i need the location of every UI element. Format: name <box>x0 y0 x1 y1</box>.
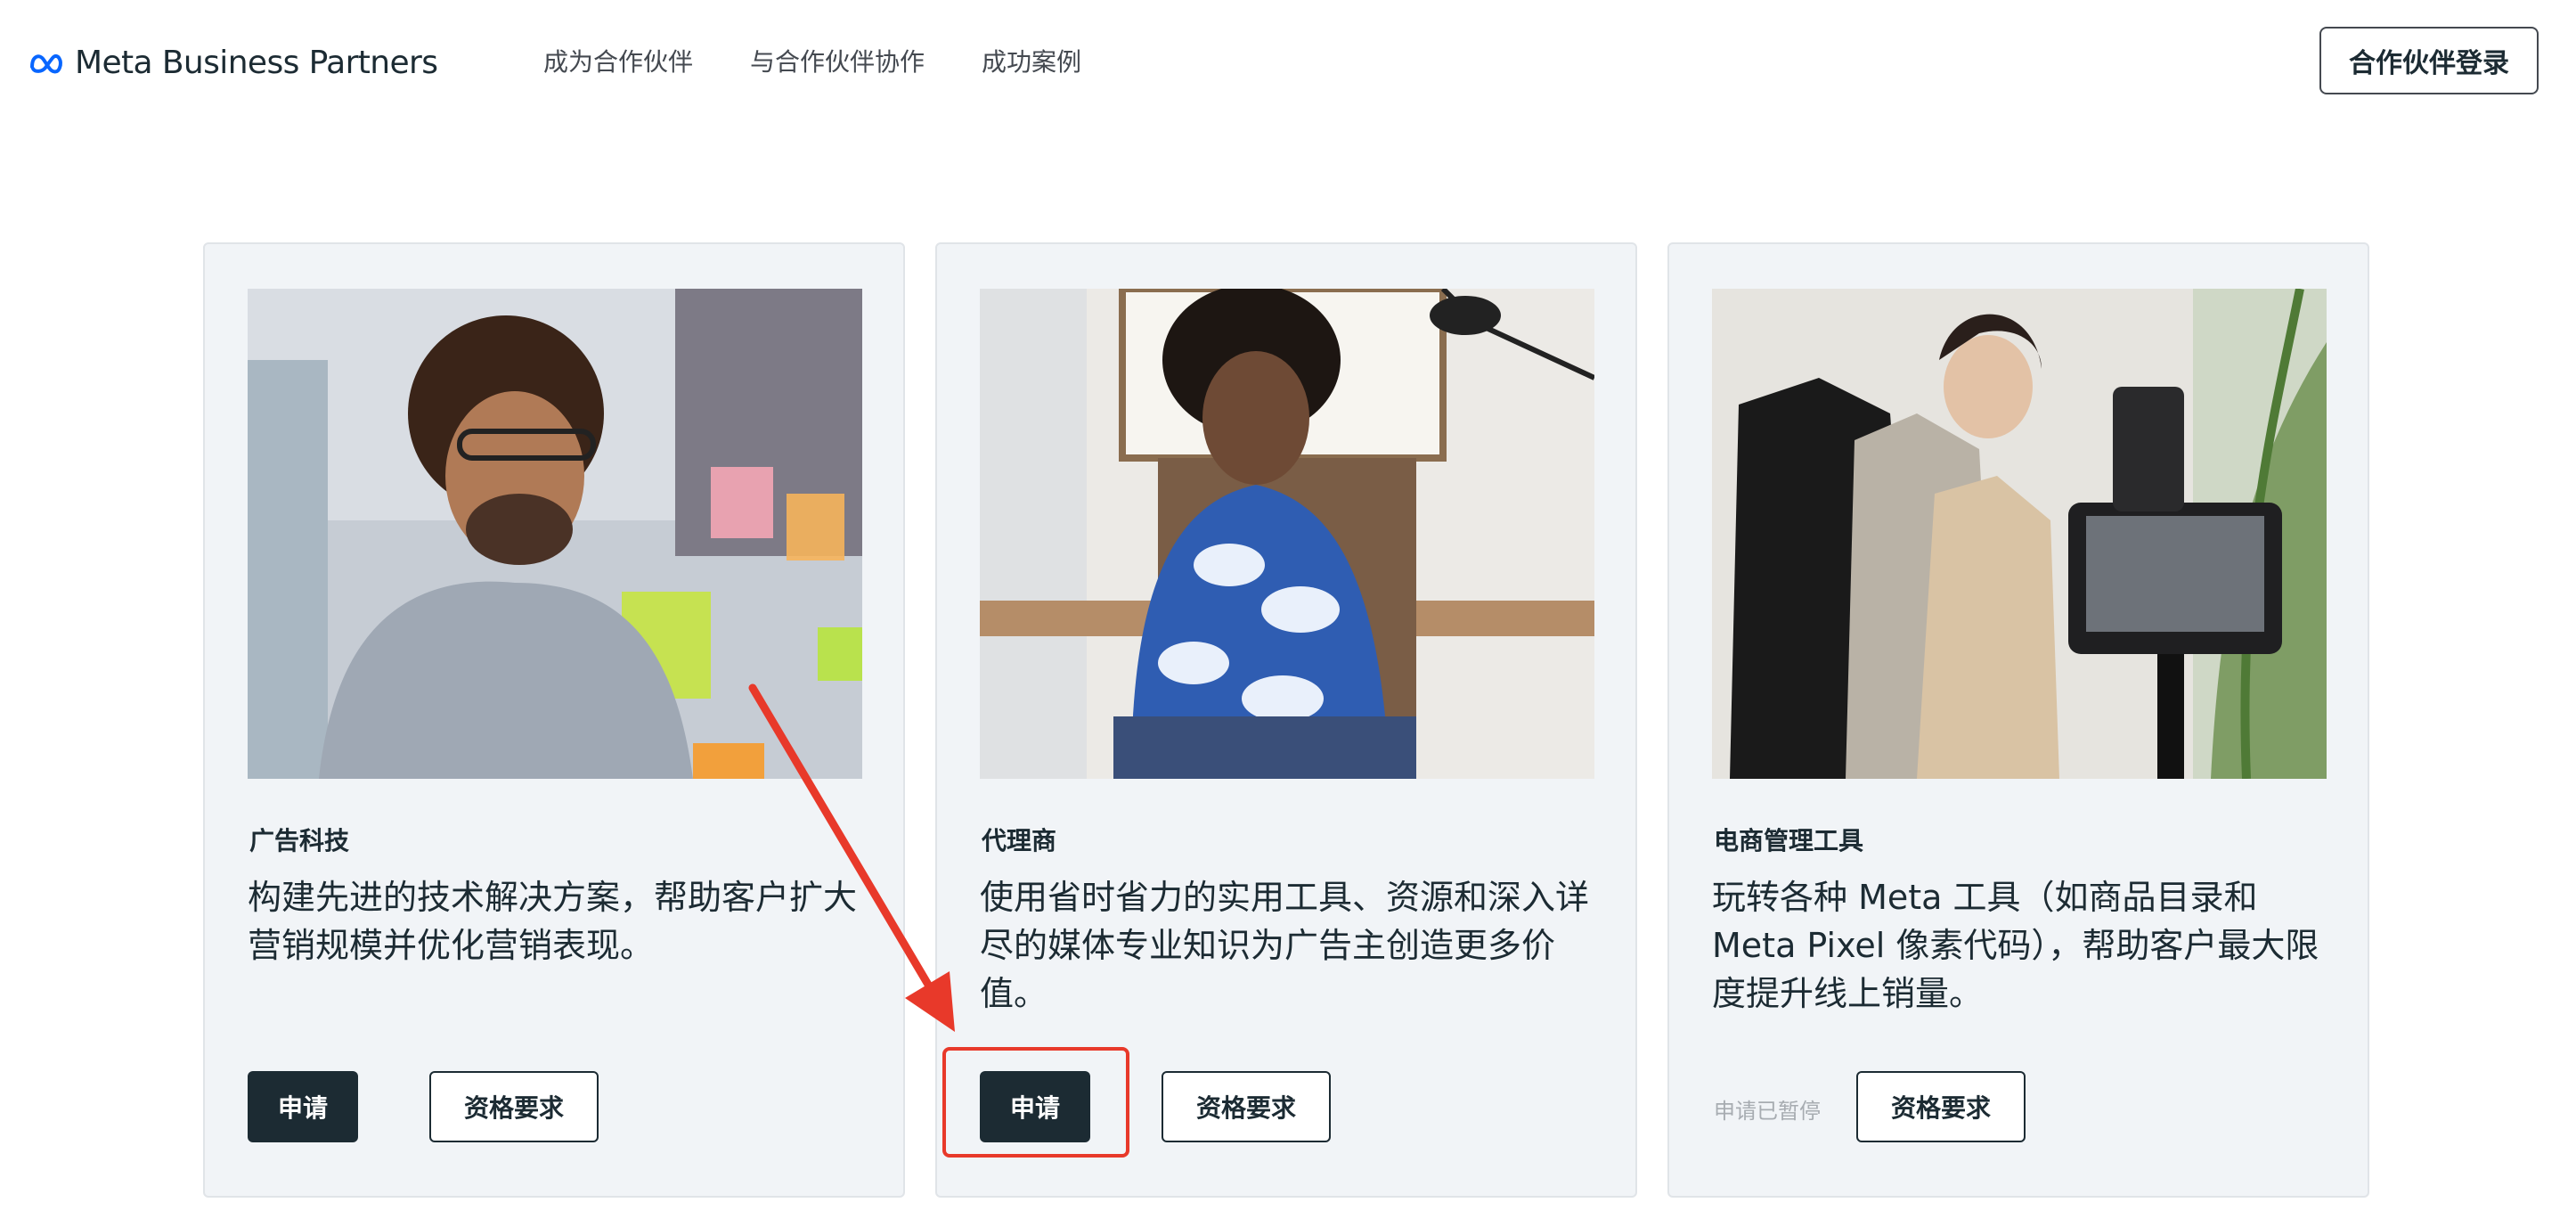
card-description: 使用省时省力的实用工具、资源和深入详尽的媒体专业知识为广告主创造更多价值。 <box>980 878 1590 1013</box>
card-title: 代理商 <box>982 826 1057 855</box>
nav-become-partner[interactable]: 成为合作伙伴 <box>543 45 693 80</box>
requirements-button[interactable]: 资格要求 <box>1856 1071 2026 1142</box>
main-nav: 成为合作伙伴 与合作伙伴协作 成功案例 <box>543 45 1138 80</box>
card-description: 构建先进的技术解决方案，帮助客户扩大营销规模并优化营销表现。 <box>248 878 858 965</box>
nav-success-stories[interactable]: 成功案例 <box>982 45 1081 80</box>
card-ad-tech: 广告科技 构建先进的技术解决方案，帮助客户扩大营销规模并优化营销表现。 申请 资… <box>203 242 905 1198</box>
apply-button[interactable]: 申请 <box>248 1071 358 1142</box>
requirements-button[interactable]: 资格要求 <box>1162 1071 1331 1142</box>
commerce-photo <box>1712 289 2327 779</box>
application-paused-label: 申请已暂停 <box>1714 1099 1821 1124</box>
card-commerce-tools: 电商管理工具 玩转各种 Meta 工具（如商品目录和 Meta Pixel 像素… <box>1667 242 2369 1198</box>
meta-logo-icon <box>30 54 62 74</box>
agency-photo <box>980 289 1594 779</box>
logo-text: Meta Business Partners <box>75 44 438 81</box>
meta-logo[interactable]: Meta Business Partners <box>29 43 438 82</box>
card-title: 电商管理工具 <box>1714 826 1864 855</box>
card-description: 玩转各种 Meta 工具（如商品目录和 Meta Pixel 像素代码），帮助客… <box>1712 878 2319 1013</box>
annotation-highlight-box <box>942 1047 1129 1158</box>
partner-login-button[interactable]: 合作伙伴登录 <box>2319 27 2539 94</box>
nav-work-with-partner[interactable]: 与合作伙伴协作 <box>750 45 925 80</box>
requirements-button[interactable]: 资格要求 <box>429 1071 599 1142</box>
ad-tech-photo <box>248 289 862 779</box>
card-title: 广告科技 <box>249 826 350 855</box>
